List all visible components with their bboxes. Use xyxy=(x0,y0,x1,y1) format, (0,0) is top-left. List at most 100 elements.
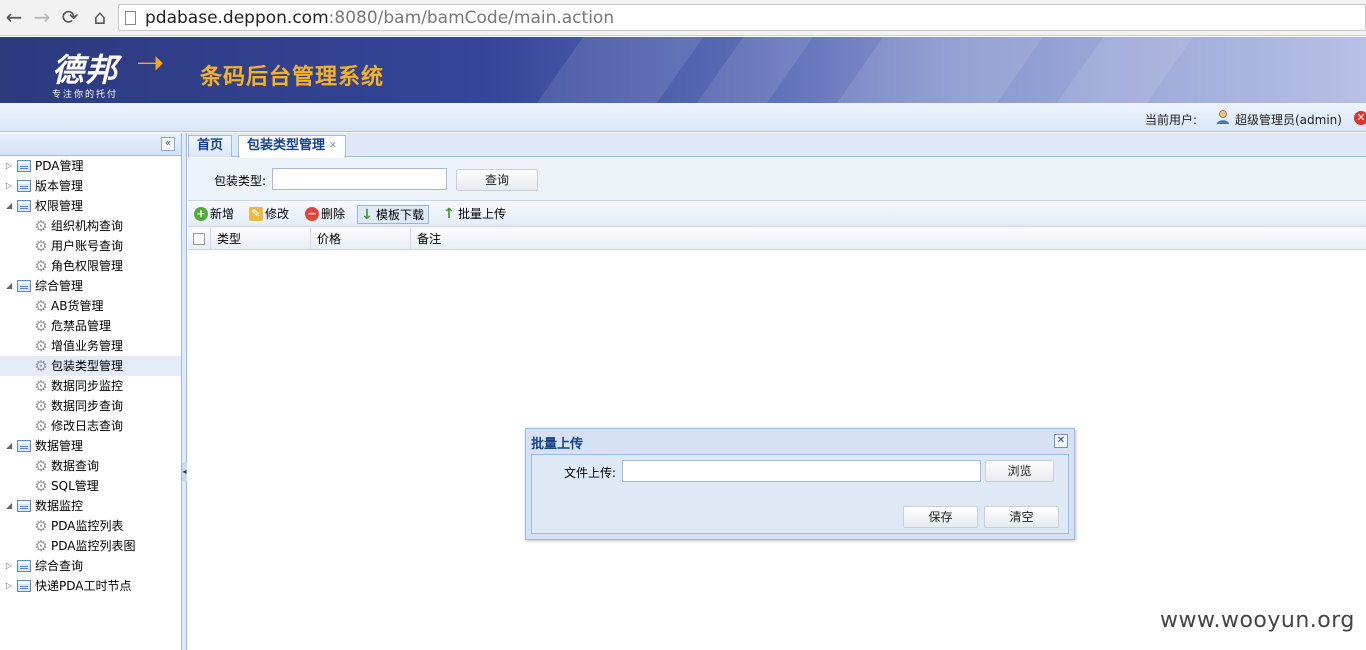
tree-leaf[interactable]: ⚙ 角色权限管理 xyxy=(0,256,181,276)
tree-group[interactable]: ◢ 数据监控 xyxy=(0,496,181,516)
tab-package-type[interactable]: 包装类型管理 ✕ xyxy=(238,135,346,158)
sidebar-splitter[interactable]: ◂ xyxy=(182,133,187,650)
file-upload-label: 文件上传: xyxy=(564,466,617,480)
grid-toolbar: + 新增 ✎ 修改 − 删除 ↓ 模板下载 ↑ 批量上传 xyxy=(188,202,1366,227)
url-text: pdabase.deppon.com:8080/bam/bamCode/main… xyxy=(145,8,614,28)
back-arrow-icon[interactable]: ← xyxy=(2,5,26,29)
list-folder-icon xyxy=(17,180,31,192)
gear-icon: ⚙ xyxy=(34,237,48,255)
forward-arrow-icon[interactable]: → xyxy=(30,5,54,29)
tree-leaf[interactable]: ⚙ 用户账号查询 xyxy=(0,236,181,256)
tab-close-icon[interactable]: ✕ xyxy=(329,141,337,151)
collapsed-arrow-icon[interactable]: ▷ xyxy=(6,176,12,196)
tree-item-label: 危禁品管理 xyxy=(51,319,112,333)
reload-icon[interactable]: ⟳ xyxy=(58,5,82,29)
tree-leaf[interactable]: ⚙ PDA监控列表图 xyxy=(0,536,181,556)
tree-item-label: 版本管理 xyxy=(35,179,84,193)
batch-upload-dialog: 批量上传 ✕ 文件上传: 浏览 保存 清空 xyxy=(525,428,1075,540)
tree-leaf[interactable]: ⚙ 增值业务管理 xyxy=(0,336,181,356)
tree-group[interactable]: ◢ 综合管理 xyxy=(0,276,181,296)
edit-button[interactable]: ✎ 修改 xyxy=(247,205,289,224)
list-folder-icon xyxy=(17,160,31,172)
gear-icon: ⚙ xyxy=(34,477,48,495)
tree-leaf[interactable]: ⚙ SQL管理 xyxy=(0,476,181,496)
list-folder-icon xyxy=(17,440,31,452)
tree-leaf[interactable]: ⚙ 包装类型管理 xyxy=(0,356,181,376)
tree-leaf[interactable]: ⚙ AB货管理 xyxy=(0,296,181,316)
column-header-price[interactable]: 价格 xyxy=(310,228,410,250)
tree-item-label: PDA监控列表 xyxy=(51,519,124,533)
splitter-arrow-icon[interactable]: ◂ xyxy=(182,463,187,481)
package-type-input[interactable] xyxy=(272,168,447,190)
tree-leaf[interactable]: ⚙ 危禁品管理 xyxy=(0,316,181,336)
expanded-arrow-icon[interactable]: ◢ xyxy=(6,196,12,216)
tree-leaf[interactable]: ⚙ 修改日志查询 xyxy=(0,416,181,436)
file-path-input[interactable] xyxy=(622,460,981,482)
gear-icon: ⚙ xyxy=(34,537,48,555)
company-logo: 德邦 xyxy=(52,51,119,89)
logo-mark-icon: ➝ xyxy=(136,43,165,83)
tree-item-label: 综合管理 xyxy=(35,279,84,293)
edit-label: 修改 xyxy=(265,207,290,221)
tree-item-label: 综合查询 xyxy=(35,559,84,573)
home-icon[interactable]: ⌂ xyxy=(88,5,112,29)
logout-icon[interactable]: ✕ xyxy=(1354,111,1366,125)
gear-icon: ⚙ xyxy=(34,217,48,235)
list-folder-icon xyxy=(17,580,31,592)
collapsed-arrow-icon[interactable]: ▷ xyxy=(6,576,12,596)
tree-item-label: 增值业务管理 xyxy=(51,339,124,353)
browse-button[interactable]: 浏览 xyxy=(985,460,1054,482)
logo-slogan: 专注你的托付 xyxy=(52,90,119,100)
tree-item-label: 数据同步监控 xyxy=(51,379,124,393)
tree-item-label: 数据同步查询 xyxy=(51,399,124,413)
expanded-arrow-icon[interactable]: ◢ xyxy=(6,496,12,516)
tree-leaf[interactable]: ⚙ 数据同步查询 xyxy=(0,396,181,416)
dialog-title: 批量上传 xyxy=(531,437,584,452)
batch-upload-button[interactable]: ↑ 批量上传 xyxy=(440,205,506,224)
expanded-arrow-icon[interactable]: ◢ xyxy=(6,276,12,296)
list-folder-icon xyxy=(17,280,31,292)
collapsed-arrow-icon[interactable]: ▷ xyxy=(6,556,12,576)
main-panel: 首页 包装类型管理 ✕ 包装类型: 查询 + 新增 ✎ 修改 − 删除 ↓ 模板下… xyxy=(188,133,1366,650)
tree-leaf[interactable]: ⚙ PDA监控列表 xyxy=(0,516,181,536)
search-panel: 包装类型: 查询 xyxy=(188,158,1366,201)
tree-group[interactable]: ▷ 快递PDA工时节点 xyxy=(0,576,181,596)
tree-item-label: 数据查询 xyxy=(51,459,100,473)
gear-icon: ⚙ xyxy=(34,257,48,275)
column-header-remark[interactable]: 备注 xyxy=(410,228,1366,250)
tab-label: 首页 xyxy=(197,138,224,153)
save-button[interactable]: 保存 xyxy=(903,506,978,528)
dialog-close-icon[interactable]: ✕ xyxy=(1054,434,1068,448)
template-download-button[interactable]: ↓ 模板下载 xyxy=(357,205,430,224)
tree-item-label: 用户账号查询 xyxy=(51,239,124,253)
tree-group[interactable]: ◢ 数据管理 xyxy=(0,436,181,456)
tree-leaf[interactable]: ⚙ 数据同步监控 xyxy=(0,376,181,396)
tree-item-label: AB货管理 xyxy=(51,299,104,313)
clear-button[interactable]: 清空 xyxy=(984,506,1059,528)
download-arrow-icon: ↓ xyxy=(361,207,373,223)
header-banner: 德邦 ➝ 专注你的托付 条码后台管理系统 xyxy=(0,37,1366,103)
query-button[interactable]: 查询 xyxy=(456,169,538,191)
tree-item-label: 修改日志查询 xyxy=(51,419,124,433)
address-bar[interactable]: pdabase.deppon.com:8080/bam/bamCode/main… xyxy=(118,4,1366,31)
tree-group[interactable]: ▷ 版本管理 xyxy=(0,176,181,196)
tree-item-label: 快递PDA工时节点 xyxy=(35,579,132,593)
tree-group[interactable]: ▷ 综合查询 xyxy=(0,556,181,576)
gear-icon: ⚙ xyxy=(34,357,48,375)
collapse-sidebar-icon[interactable]: « xyxy=(161,137,175,151)
select-all-checkbox[interactable] xyxy=(193,233,205,245)
tree-leaf[interactable]: ⚙ 组织机构查询 xyxy=(0,216,181,236)
add-button[interactable]: + 新增 xyxy=(192,205,234,224)
add-label: 新增 xyxy=(210,207,235,221)
tree-group[interactable]: ◢ 权限管理 xyxy=(0,196,181,216)
tree-group[interactable]: ▷ PDA管理 xyxy=(0,156,181,176)
current-user-name: 超级管理员(admin) xyxy=(1235,113,1342,127)
expanded-arrow-icon[interactable]: ◢ xyxy=(6,436,12,456)
tree-leaf[interactable]: ⚙ 数据查询 xyxy=(0,456,181,476)
gear-icon: ⚙ xyxy=(34,297,48,315)
delete-button[interactable]: − 删除 xyxy=(303,205,345,224)
column-header-type[interactable]: 类型 xyxy=(210,228,310,250)
list-folder-icon xyxy=(17,500,31,512)
tab-home[interactable]: 首页 xyxy=(188,135,233,157)
collapsed-arrow-icon[interactable]: ▷ xyxy=(6,156,12,176)
